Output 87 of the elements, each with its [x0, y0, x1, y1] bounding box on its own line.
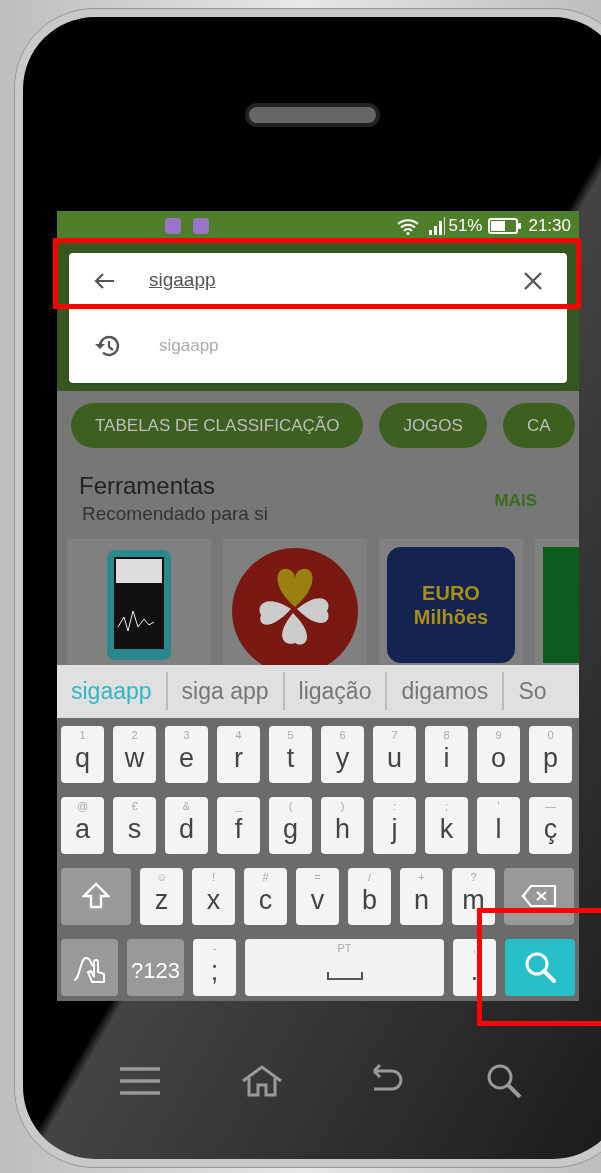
key-hint: ?: [469, 869, 478, 885]
key[interactable]: ' l: [477, 796, 520, 854]
key[interactable]: ; k: [425, 796, 468, 854]
key-hint: #: [261, 869, 270, 885]
key[interactable]: — ç: [529, 796, 572, 854]
key[interactable]: 0 p: [529, 725, 572, 783]
key[interactable]: / b: [348, 867, 391, 925]
key-hint: -: [211, 940, 218, 956]
key-hint: 0: [546, 727, 555, 743]
key[interactable]: - ;: [193, 938, 236, 996]
key-hint: +: [417, 869, 426, 885]
section-title: Ferramentas: [79, 472, 217, 500]
key-hint: @: [75, 798, 90, 814]
gesture-key[interactable]: [61, 938, 118, 996]
app-card[interactable]: EURO Milhões: [379, 538, 523, 665]
key-hint: ): [339, 798, 346, 814]
app-card[interactable]: [67, 538, 211, 665]
key[interactable]: ( g: [269, 796, 312, 854]
key-hint: —: [544, 798, 557, 814]
key-hint: PT: [336, 940, 353, 956]
key[interactable]: 8 i: [425, 725, 468, 783]
key[interactable]: : j: [373, 796, 416, 854]
key-hint: 3: [182, 727, 191, 743]
close-icon: [523, 270, 543, 291]
key-hint: /: [366, 869, 373, 885]
lottery-logo: EURO Milhões: [387, 546, 515, 663]
notification-icon: [165, 218, 181, 234]
key[interactable]: _ f: [217, 796, 260, 854]
clock-time: 21:30: [528, 215, 571, 238]
space-bar-icon: [325, 971, 364, 981]
shift-arrow-icon: [82, 882, 110, 910]
backspace-icon: [521, 884, 557, 908]
category-chip[interactable]: TABELAS DE CLASSIFICAÇÃO: [71, 403, 364, 448]
key-hint: !: [210, 869, 217, 885]
key[interactable]: 5 t: [269, 725, 312, 783]
key-hint: _: [234, 798, 243, 814]
wifi-icon: [396, 217, 421, 235]
key-hint: 9: [494, 727, 503, 743]
key[interactable]: 3 e: [165, 725, 208, 783]
back-arrow-icon: [93, 271, 115, 290]
key[interactable]: = v: [296, 867, 339, 925]
key-hint: ,: [471, 940, 478, 956]
key-hint: 4: [234, 727, 243, 743]
key-hint: 5: [286, 727, 295, 743]
category-chip[interactable]: JOGOS: [379, 403, 487, 448]
key[interactable]: ) h: [321, 796, 364, 854]
key[interactable]: @ a: [61, 796, 104, 854]
key[interactable]: ? m: [452, 867, 495, 925]
key-hint: (: [287, 798, 294, 814]
key[interactable]: 4 r: [217, 725, 260, 783]
clover-icon: [231, 546, 359, 665]
key[interactable]: 6 y: [321, 725, 364, 783]
key-hint: :: [391, 798, 398, 814]
key-hint: =: [313, 869, 322, 885]
home-icon[interactable]: [240, 1063, 284, 1099]
key-hint: €: [130, 798, 139, 814]
search-key[interactable]: [505, 938, 575, 996]
search-icon: [523, 950, 557, 984]
key-hint: 8: [442, 727, 451, 743]
notification-icon: [193, 218, 209, 234]
shift-key[interactable]: [61, 867, 131, 925]
app-card[interactable]: [223, 538, 367, 665]
signal-icon: [428, 217, 447, 235]
key-hint: &: [181, 798, 192, 814]
key[interactable]: & d: [165, 796, 208, 854]
key-hint: ;: [443, 798, 450, 814]
key[interactable]: 7 u: [373, 725, 416, 783]
key-hint: 1: [78, 727, 87, 743]
backspace-key[interactable]: [504, 867, 574, 925]
key[interactable]: 9 o: [477, 725, 520, 783]
key[interactable]: 2 w: [113, 725, 156, 783]
key[interactable]: 1 q: [61, 725, 104, 783]
key-hint: 6: [338, 727, 347, 743]
key-hint: ☺: [154, 869, 169, 885]
key[interactable]: # c: [244, 867, 287, 925]
category-chip[interactable]: CA: [502, 403, 575, 448]
section-subtitle: Recomendado para si: [82, 502, 268, 526]
key[interactable]: ☺ z: [140, 867, 183, 925]
search-field[interactable]: sigaapp: [149, 266, 523, 295]
key-hint: 7: [390, 727, 399, 743]
key-hint: 2: [130, 727, 139, 743]
battery-icon: [488, 218, 523, 234]
key[interactable]: € s: [113, 796, 156, 854]
key[interactable]: + n: [400, 867, 443, 925]
battery-percentage: 51%: [448, 215, 483, 238]
key-hint: ': [496, 798, 501, 814]
key[interactable]: ! x: [192, 867, 235, 925]
